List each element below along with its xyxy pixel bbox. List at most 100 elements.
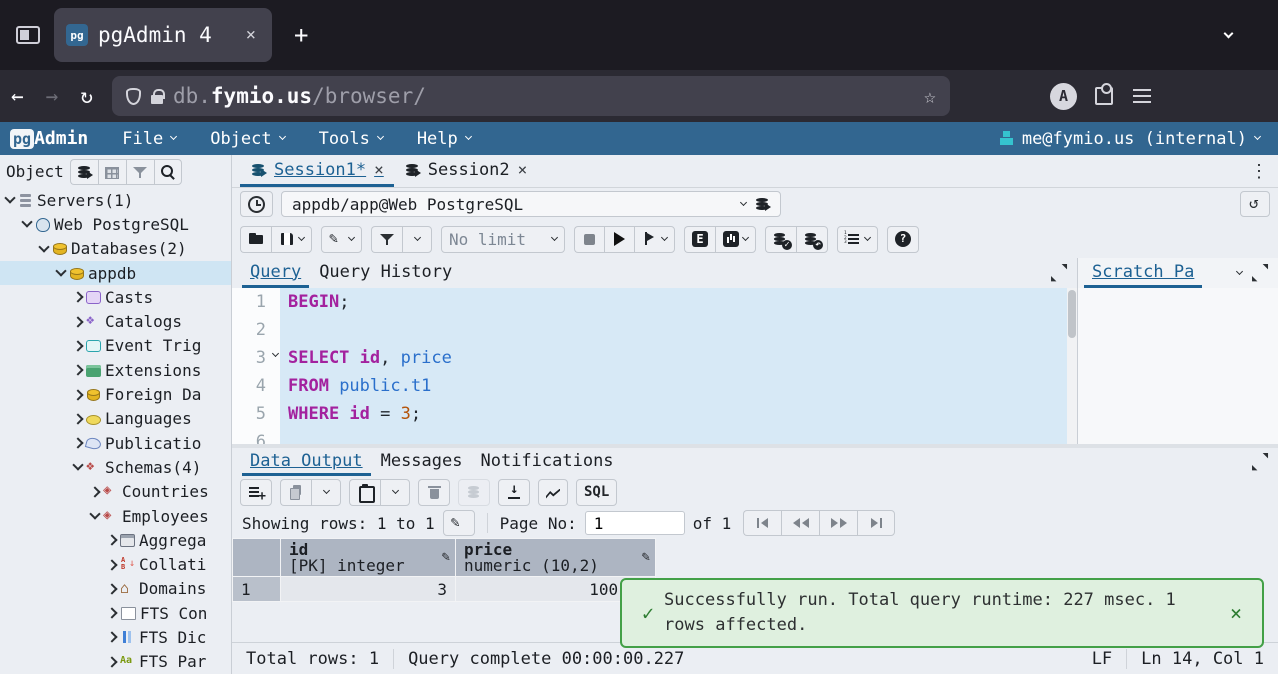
last-page-button[interactable] xyxy=(857,510,895,536)
editor-scrollbar[interactable] xyxy=(1067,288,1077,444)
tab-query[interactable]: Query xyxy=(242,258,309,288)
close-icon[interactable]: × xyxy=(1220,601,1252,625)
bookmark-star-icon[interactable]: ☆ xyxy=(924,84,936,108)
commit-button[interactable] xyxy=(765,226,796,253)
tab-close-icon[interactable]: × xyxy=(242,23,260,47)
list-all-tabs-icon[interactable] xyxy=(1224,28,1234,38)
scratch-pad-body[interactable] xyxy=(1078,288,1278,444)
filter-options-button[interactable] xyxy=(402,226,432,253)
connection-select[interactable]: appdb/app@Web PostgreSQL xyxy=(281,191,781,217)
reset-layout-button[interactable] xyxy=(1240,191,1270,217)
paste-options-button[interactable] xyxy=(380,479,410,506)
tree-caret-icon[interactable] xyxy=(89,508,100,519)
tracking-shield-icon[interactable] xyxy=(126,88,141,105)
pgadmin-logo[interactable]: pg Admin xyxy=(10,128,88,149)
edit-range-button[interactable] xyxy=(443,510,475,536)
maximize-icon[interactable] xyxy=(1252,454,1268,470)
tree-item-publicatio[interactable]: Publicatio xyxy=(0,431,231,455)
next-page-button[interactable] xyxy=(819,510,857,536)
tree-caret-icon[interactable] xyxy=(72,316,83,327)
url-bar[interactable]: db.fymio.us/browser/ ☆ xyxy=(112,76,950,116)
menu-file[interactable]: File xyxy=(122,129,176,149)
tree-caret-icon[interactable] xyxy=(106,656,117,667)
reload-button[interactable]: ↻ xyxy=(69,84,104,108)
graph-visualiser-button[interactable] xyxy=(538,479,568,506)
tree-item-domains[interactable]: Domains xyxy=(0,577,231,601)
grid-corner-cell[interactable] xyxy=(233,539,281,577)
tree-caret-icon[interactable] xyxy=(89,486,100,497)
back-button[interactable]: ← xyxy=(0,84,35,108)
save-data-button[interactable] xyxy=(458,479,490,506)
view-data-button[interactable] xyxy=(98,159,126,185)
tree-item-casts[interactable]: Casts xyxy=(0,285,231,309)
scrollbar-thumb[interactable] xyxy=(1068,290,1076,338)
tree-caret-icon[interactable] xyxy=(55,265,66,276)
tree-caret-icon[interactable] xyxy=(4,192,15,203)
tree-caret-icon[interactable] xyxy=(106,632,117,643)
firefox-view-icon[interactable] xyxy=(16,26,40,44)
data-cell[interactable]: 3 xyxy=(281,577,456,602)
editor-code[interactable]: BEGIN;SELECT id, priceFROM public.t1WHER… xyxy=(280,288,1077,444)
close-icon[interactable]: × xyxy=(374,160,384,179)
copy-button[interactable] xyxy=(280,479,311,506)
tree-item-schemas-4-[interactable]: Schemas(4) xyxy=(0,455,231,479)
row-limit-select[interactable]: No limit xyxy=(441,226,565,253)
menu-object[interactable]: Object xyxy=(210,129,284,149)
execute-options-button[interactable] xyxy=(634,226,675,253)
cursor-position[interactable]: Ln 14, Col 1 xyxy=(1141,649,1264,669)
tab-notifications[interactable]: Notifications xyxy=(472,448,621,476)
tree-item-employees[interactable]: Employees xyxy=(0,504,231,528)
connect-database-button[interactable] xyxy=(70,159,98,185)
tree-caret-icon[interactable] xyxy=(72,460,83,471)
tree-caret-icon[interactable] xyxy=(106,583,117,594)
row-number-cell[interactable]: 1 xyxy=(233,577,281,602)
tree-item-appdb[interactable]: appdb xyxy=(0,261,231,285)
tree-item-collati[interactable]: Collati xyxy=(0,552,231,576)
save-file-button[interactable] xyxy=(271,226,312,253)
tab-messages[interactable]: Messages xyxy=(373,448,471,476)
filtered-rows-button[interactable] xyxy=(126,159,154,185)
help-button[interactable]: ? xyxy=(887,226,919,253)
column-header-price[interactable]: pricenumeric (10,2)✎ xyxy=(456,539,656,577)
kebab-menu-icon[interactable]: ⋮ xyxy=(1250,161,1268,182)
tree-caret-icon[interactable] xyxy=(72,292,83,303)
tree-caret-icon[interactable] xyxy=(38,241,49,252)
page-number-input[interactable] xyxy=(585,511,685,535)
https-lock-icon[interactable] xyxy=(151,95,163,104)
search-objects-button[interactable] xyxy=(154,159,182,185)
paste-button[interactable] xyxy=(349,479,380,506)
tree-item-countries[interactable]: Countries xyxy=(0,480,231,504)
user-menu[interactable]: me@fymio.us (internal) xyxy=(999,129,1260,149)
open-file-button[interactable] xyxy=(240,226,271,253)
prev-page-button[interactable] xyxy=(781,510,819,536)
menu-help[interactable]: Help xyxy=(417,129,471,149)
tree-caret-icon[interactable] xyxy=(72,365,83,376)
rollback-button[interactable] xyxy=(796,226,828,253)
tree-caret-icon[interactable] xyxy=(72,413,83,424)
new-tab-button[interactable]: + xyxy=(288,21,314,49)
maximize-icon[interactable] xyxy=(1252,265,1268,281)
tree-item-languages[interactable]: Languages xyxy=(0,407,231,431)
tree-item-fts-par[interactable]: FTS Par xyxy=(0,650,231,674)
tree-item-aggrega[interactable]: Aggrega xyxy=(0,528,231,552)
maximize-icon[interactable] xyxy=(1051,265,1067,281)
explain-button[interactable]: E xyxy=(684,226,715,253)
tree-item-foreign-da[interactable]: Foreign Da xyxy=(0,382,231,406)
extensions-icon[interactable] xyxy=(1095,87,1113,105)
menu-tools[interactable]: Tools xyxy=(319,129,383,149)
query-history-clock-button[interactable] xyxy=(240,191,273,217)
tree-caret-icon[interactable] xyxy=(72,340,83,351)
account-icon[interactable]: A xyxy=(1050,83,1077,110)
tree-item-fts-con[interactable]: FTS Con xyxy=(0,601,231,625)
tree-item-extensions[interactable]: Extensions xyxy=(0,358,231,382)
macros-button[interactable] xyxy=(837,226,878,253)
tab-query-history[interactable]: Query History xyxy=(311,258,460,288)
tree-caret-icon[interactable] xyxy=(72,437,83,448)
download-results-button[interactable] xyxy=(498,479,530,506)
tree-item-fts-dic[interactable]: FTS Dic xyxy=(0,625,231,649)
delete-row-button[interactable] xyxy=(418,479,450,506)
pencil-icon[interactable]: ✎ xyxy=(642,549,650,565)
first-page-button[interactable] xyxy=(743,510,781,536)
close-icon[interactable]: × xyxy=(518,160,528,179)
tree-caret-icon[interactable] xyxy=(106,608,117,619)
